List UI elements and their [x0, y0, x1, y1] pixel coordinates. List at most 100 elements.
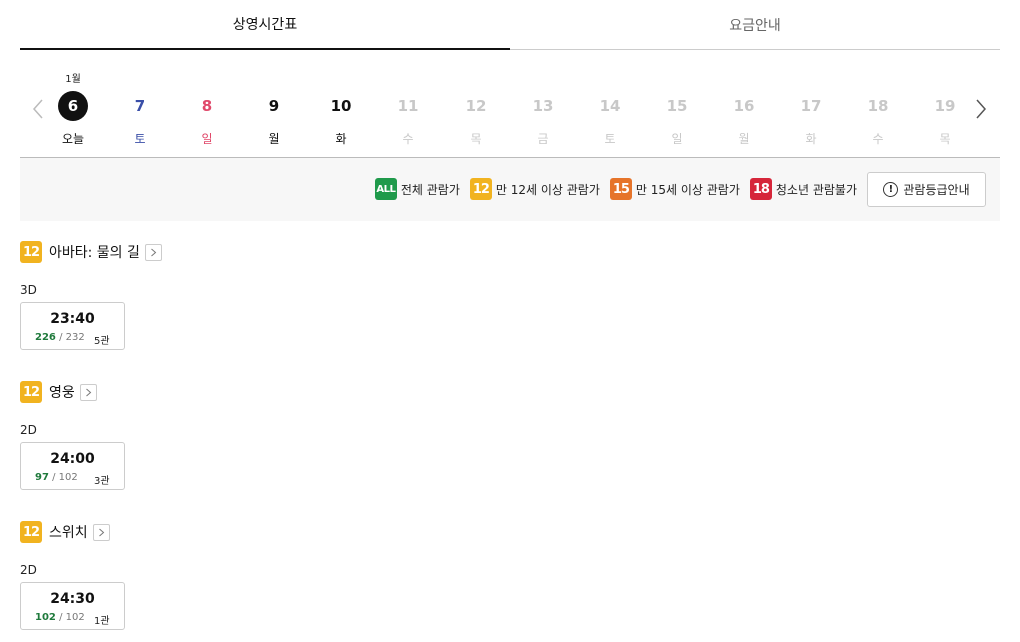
- rating-15: 15 만 15세 이상 관람가: [609, 178, 740, 200]
- date-number: 6: [58, 91, 88, 121]
- seat-count: 97 / 102: [35, 472, 78, 483]
- date-number: 12: [465, 97, 487, 115]
- rating-12-badge: 12: [20, 241, 42, 263]
- rating-legend: ALL 전체 관람가 12 만 12세 이상 관람가 15 만 15세 이상 관…: [20, 158, 1000, 221]
- rating-guide-label: 관람등급안내: [903, 183, 970, 197]
- date-number: 17: [800, 97, 822, 115]
- showtime-button[interactable]: 24:00 97 / 102 3관: [20, 442, 125, 490]
- weekday-label: 오늘: [61, 132, 85, 146]
- movie-title[interactable]: 영웅: [49, 382, 75, 402]
- info-icon: !: [883, 182, 899, 197]
- rating-all-badge: ALL: [374, 178, 397, 200]
- date-item-10[interactable]: 10 화: [316, 70, 366, 150]
- rating-15-label: 만 15세 이상 관람가: [635, 182, 740, 197]
- date-item-9[interactable]: 9 월: [249, 70, 299, 150]
- screen-format: 2D: [20, 423, 37, 437]
- next-date-button[interactable]: [971, 96, 991, 122]
- date-item-19: 19 목: [920, 70, 970, 150]
- rating-12-badge: 12: [469, 178, 492, 200]
- date-selector: 1월 6 오늘 7 토 8 일 9 월 10 화 11 수 12 목 13 금 …: [20, 50, 1000, 158]
- date-number: 9: [268, 97, 280, 115]
- total-seats: / 102: [59, 612, 85, 623]
- rating-18-label: 청소년 관람불가: [775, 182, 857, 197]
- chevron-right-icon: [976, 99, 987, 119]
- date-number: 16: [733, 97, 755, 115]
- date-number: 14: [599, 97, 621, 115]
- rating-12-badge: 12: [20, 521, 42, 543]
- chevron-right-icon: [98, 528, 104, 536]
- weekday-label: 화: [335, 132, 347, 146]
- tab-schedule[interactable]: 상영시간표: [20, 0, 510, 50]
- weekday-label: 화: [805, 132, 817, 146]
- date-number: 18: [867, 97, 889, 115]
- date-item-11: 11 수: [383, 70, 433, 150]
- weekday-label: 월: [738, 132, 750, 146]
- showtime-button[interactable]: 24:30 102 / 102 1관: [20, 582, 125, 630]
- date-number: 13: [532, 97, 554, 115]
- hall-label: 5관: [94, 336, 110, 347]
- chevron-right-icon: [151, 248, 157, 256]
- remaining-seats: 226: [35, 332, 56, 343]
- total-seats: / 232: [59, 332, 85, 343]
- chevron-right-icon: [85, 388, 92, 396]
- date-number: 7: [134, 97, 146, 115]
- rating-12-badge: 12: [20, 381, 42, 403]
- date-item-8[interactable]: 8 일: [182, 70, 232, 150]
- seat-count: 226 / 232: [35, 332, 85, 343]
- date-item-6[interactable]: 1월 6 오늘: [48, 70, 98, 150]
- weekday-label: 일: [671, 132, 683, 146]
- showtime-time: 24:30: [50, 591, 95, 607]
- rating-all-label: 전체 관람가: [400, 182, 460, 197]
- weekday-label: 금: [537, 132, 549, 146]
- date-number: 15: [666, 97, 688, 115]
- date-item-7[interactable]: 7 토: [115, 70, 165, 150]
- screen-format: 3D: [20, 283, 37, 297]
- rating-12: 12 만 12세 이상 관람가: [469, 178, 600, 200]
- date-item-15: 15 일: [652, 70, 702, 150]
- movie-title[interactable]: 스위치: [49, 522, 88, 542]
- showtime-time: 24:00: [50, 451, 95, 467]
- weekday-label: 일: [201, 132, 213, 146]
- hall-label: 1관: [94, 616, 110, 627]
- showtime-time: 23:40: [50, 311, 95, 327]
- date-number: 10: [330, 97, 352, 115]
- rating-12-label: 만 12세 이상 관람가: [495, 182, 600, 197]
- movie-detail-button[interactable]: [92, 523, 110, 541]
- date-item-16: 16 월: [719, 70, 769, 150]
- weekday-label: 월: [268, 132, 280, 146]
- movie-title[interactable]: 아바타: 물의 길: [49, 242, 140, 262]
- date-number: 11: [397, 97, 419, 115]
- date-number: 19: [934, 97, 956, 115]
- date-item-14: 14 토: [585, 70, 635, 150]
- rating-guide-button[interactable]: ! 관람등급안내: [867, 172, 986, 207]
- hall-label: 3관: [94, 476, 110, 487]
- tab-bar: 상영시간표 요금안내: [20, 0, 1000, 50]
- prev-date-button[interactable]: [28, 96, 48, 122]
- chevron-left-icon: [32, 99, 43, 119]
- weekday-label: 목: [470, 132, 482, 146]
- rating-18-badge: 18: [749, 178, 772, 200]
- remaining-seats: 102: [35, 612, 56, 623]
- weekday-label: 수: [402, 132, 414, 146]
- movie-detail-button[interactable]: [79, 383, 97, 401]
- date-item-13: 13 금: [518, 70, 568, 150]
- month-label: 1월: [65, 74, 81, 85]
- movie-detail-button[interactable]: [144, 243, 162, 261]
- rating-18: 18 청소년 관람불가: [749, 178, 857, 200]
- total-seats: / 102: [52, 472, 78, 483]
- tab-pricing[interactable]: 요금안내: [510, 0, 1000, 50]
- rating-15-badge: 15: [609, 178, 632, 200]
- weekday-label: 수: [872, 132, 884, 146]
- rating-all: ALL 전체 관람가: [374, 178, 460, 200]
- weekday-label: 토: [134, 132, 146, 146]
- seat-count: 102 / 102: [35, 612, 85, 623]
- weekday-label: 토: [604, 132, 616, 146]
- showtime-button[interactable]: 23:40 226 / 232 5관: [20, 302, 125, 350]
- date-item-12: 12 목: [451, 70, 501, 150]
- date-item-17: 17 화: [786, 70, 836, 150]
- remaining-seats: 97: [35, 472, 49, 483]
- weekday-label: 목: [939, 132, 951, 146]
- screen-format: 2D: [20, 563, 37, 577]
- date-number: 8: [201, 97, 213, 115]
- date-item-18: 18 수: [853, 70, 903, 150]
